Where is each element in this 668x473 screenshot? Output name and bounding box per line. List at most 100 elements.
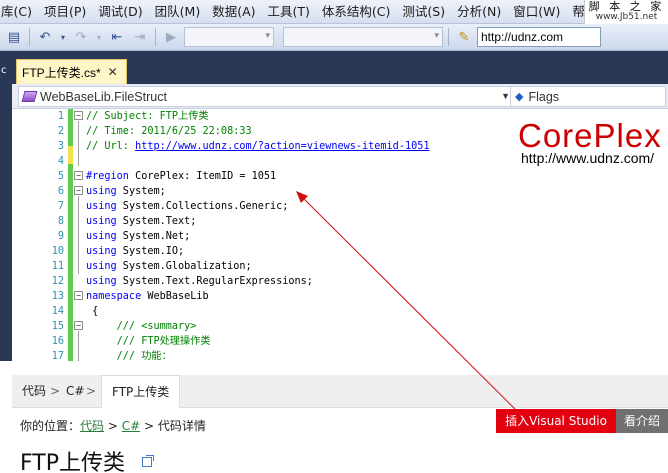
code-text: namespace WebBaseLib	[86, 291, 209, 302]
navigate-forward-icon[interactable]: ⇥	[130, 27, 150, 47]
undo-icon[interactable]: ↶	[35, 27, 55, 47]
breadcrumb-link-code[interactable]: 代码	[80, 419, 104, 433]
solution-config-combo[interactable]: ▾	[184, 27, 274, 47]
line-number: 8	[57, 216, 64, 227]
tab-separator: >	[86, 384, 97, 398]
members-dropdown-label: Flags	[528, 89, 560, 104]
line-number: 12	[51, 276, 64, 287]
outlining-guide	[78, 196, 79, 274]
line-number: 16	[51, 336, 64, 347]
code-text: // Subject: FTP上传类	[86, 111, 209, 122]
code-line[interactable]: 12 using System.Text.RegularExpressions;	[12, 274, 668, 289]
code-line[interactable]: 7 using System.Collections.Generic;	[12, 199, 668, 214]
close-icon[interactable]: ✕	[108, 65, 118, 79]
line-number: 5	[57, 171, 64, 182]
menu-item[interactable]: 测试(S)	[396, 0, 451, 24]
line-number: 11	[51, 261, 64, 272]
external-link-icon[interactable]	[142, 455, 154, 467]
code-text: using System.Text.RegularExpressions;	[86, 276, 313, 287]
code-text: // Time: 2011/6/25 22:08:33	[86, 126, 252, 137]
code-text: using System.IO;	[86, 246, 185, 257]
tab-code[interactable]: 代码	[22, 375, 46, 408]
menu-item[interactable]: 工具(T)	[262, 0, 316, 24]
code-line[interactable]: 6 − using System;	[12, 184, 668, 199]
save-all-icon[interactable]: ▤	[4, 27, 24, 47]
code-line[interactable]: 13 − namespace WebBaseLib	[12, 289, 668, 304]
menu-item[interactable]: 项目(P)	[38, 0, 92, 24]
collapse-icon[interactable]: −	[74, 171, 83, 180]
code-line[interactable]: 5 − #region CorePlex: ItemID = 1051	[12, 169, 668, 184]
toolbar-separator	[448, 28, 449, 46]
menu-item[interactable]: 体系结构(C)	[316, 0, 396, 24]
tab-separator: >	[50, 384, 61, 398]
document-tab-label: FTP上传类.cs*	[22, 65, 101, 80]
toolbar-separator	[155, 28, 156, 46]
collapse-icon[interactable]: −	[74, 321, 83, 330]
article-title: FTP上传类	[20, 451, 125, 473]
collapse-icon[interactable]: −	[74, 186, 83, 195]
code-line[interactable]: 4	[12, 154, 668, 169]
breadcrumb-current: > 代码详情	[140, 419, 206, 433]
line-number: 13	[51, 291, 64, 302]
code-line[interactable]: 14 {	[12, 304, 668, 319]
code-line[interactable]: 1 −// Subject: FTP上传类	[12, 109, 668, 124]
code-line[interactable]: 15 − /// <summary>	[12, 319, 668, 334]
code-text: using System.Net;	[86, 231, 191, 242]
code-editor[interactable]: CorePlex http://www.udnz.com/ 1−// Subje…	[12, 109, 668, 362]
chevron-down-icon: ▼	[501, 91, 510, 101]
collapse-icon[interactable]: −	[74, 291, 83, 300]
line-number: 2	[57, 126, 64, 137]
watermark-logo: 脚 本 之 家 www.Jb51.net	[584, 0, 668, 24]
view-intro-button[interactable]: 看介绍	[616, 409, 668, 433]
start-debug-icon[interactable]: ▶	[161, 27, 181, 47]
code-line[interactable]: 10 using System.IO;	[12, 244, 668, 259]
find-combo-input[interactable]	[477, 27, 601, 47]
members-dropdown[interactable]: ◆ Flags	[510, 86, 666, 107]
left-tool-strip: c	[0, 51, 12, 361]
code-line[interactable]: 8 using System.Text;	[12, 214, 668, 229]
menu-item[interactable]: 窗口(W)	[507, 0, 566, 24]
watermark-title: 脚 本 之 家	[588, 0, 665, 13]
types-dropdown[interactable]: WebBaseLib.FileStruct ▼	[18, 86, 514, 107]
menu-item[interactable]: 调试(D)	[92, 0, 148, 24]
navigate-backward-icon[interactable]: ⇤	[107, 27, 127, 47]
undo-dropdown-icon[interactable]: ▾	[58, 27, 68, 47]
redo-icon[interactable]: ↷	[71, 27, 91, 47]
menu-item[interactable]: 团队(M)	[149, 0, 207, 24]
left-strip-label: c	[1, 65, 7, 76]
navigation-bar: WebBaseLib.FileStruct ▼ ◆ Flags	[12, 84, 668, 109]
category-tabs: 代码 > C# > FTP上传类	[12, 375, 668, 408]
tab-csharp[interactable]: C#	[66, 375, 84, 408]
menu-item[interactable]: 数据(A)	[206, 0, 261, 24]
line-number: 1	[57, 111, 64, 122]
line-number: 7	[57, 201, 64, 212]
insert-into-visual-studio-button[interactable]: 插入Visual Studio	[496, 409, 616, 433]
menu-item[interactable]: 分析(N)	[451, 0, 507, 24]
redo-dropdown-icon[interactable]: ▾	[94, 27, 104, 47]
find-in-files-icon[interactable]: ✎	[454, 27, 474, 47]
line-number: 3	[57, 141, 64, 152]
breadcrumb-link-csharp[interactable]: C#	[122, 419, 140, 433]
breadcrumb: 你的位置：代码 > C# > 代码详情	[20, 417, 206, 434]
code-line[interactable]: 9 using System.Net;	[12, 229, 668, 244]
code-text: using System.Globalization;	[86, 261, 252, 272]
menu-bar: 库(C) 项目(P) 调试(D) 团队(M) 数据(A) 工具(T) 体系结构(C) 测试(S…	[0, 0, 668, 24]
breadcrumb-separator: >	[104, 419, 122, 433]
document-tab[interactable]: FTP上传类.cs* ✕	[16, 59, 127, 84]
code-line[interactable]: 16 /// FTP处理操作类	[12, 334, 668, 349]
code-line[interactable]: 2 // Time: 2011/6/25 22:08:33	[12, 124, 668, 139]
class-icon	[21, 91, 38, 102]
tab-ftp-upload[interactable]: FTP上传类	[101, 375, 181, 408]
code-text: {	[86, 306, 99, 317]
line-number: 4	[57, 156, 64, 167]
menu-item[interactable]: 库(C)	[0, 0, 38, 24]
code-text: #region CorePlex: ItemID = 1051	[86, 171, 277, 182]
code-line[interactable]: 3 // Url: http://www.udnz.com/?action=vie…	[12, 139, 668, 154]
outlining-guide	[78, 121, 79, 166]
code-line[interactable]: 11 using System.Globalization;	[12, 259, 668, 274]
solution-platform-combo[interactable]: ▾	[283, 27, 443, 47]
code-text: /// FTP处理操作类	[86, 336, 211, 347]
line-number: 10	[51, 246, 64, 257]
line-number: 14	[51, 306, 64, 317]
collapse-icon[interactable]: −	[74, 111, 83, 120]
